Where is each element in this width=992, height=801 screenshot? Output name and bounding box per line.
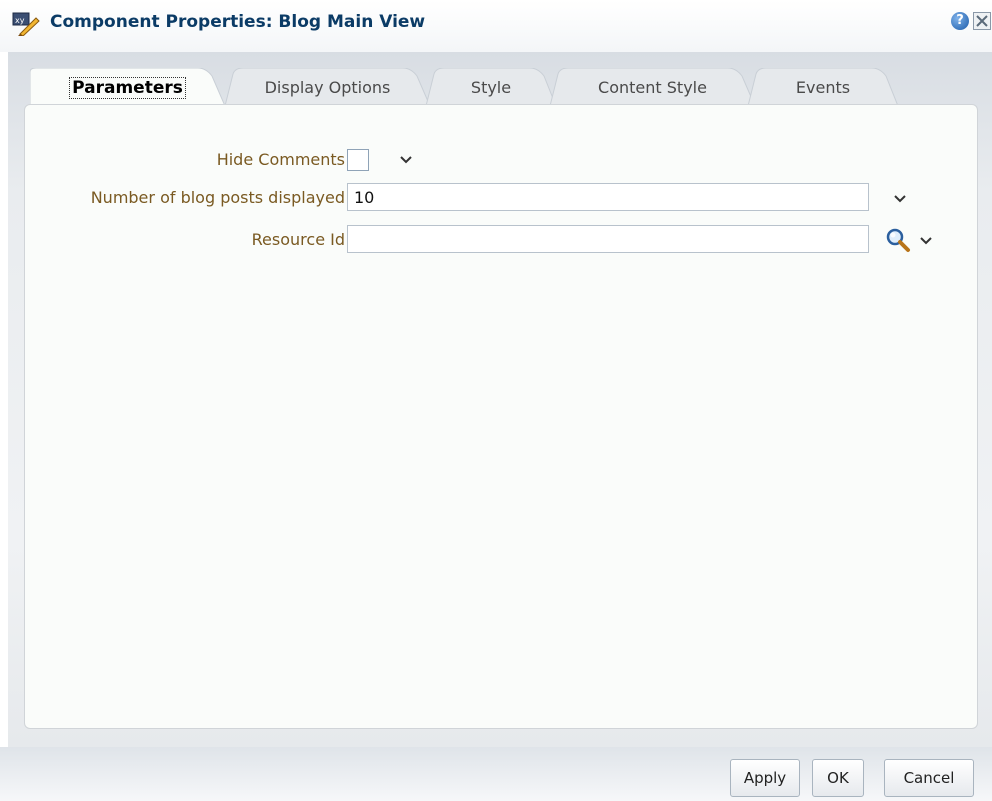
chevron-down-icon[interactable] [399,154,413,166]
resource-id-row: Resource Id [25,225,977,255]
tab-parameters[interactable]: Parameters [30,68,225,106]
posts-displayed-label: Number of blog posts displayed [90,188,345,207]
tab-label: Parameters [69,77,186,99]
dialog-title-bar: xy Component Properties: Blog Main View … [0,0,992,52]
resource-id-label: Resource Id [251,230,345,249]
tab-label: Content Style [598,78,707,97]
cancel-button[interactable]: Cancel [884,759,974,797]
hide-comments-checkbox[interactable] [347,149,369,171]
tab-events[interactable]: Events [748,68,898,106]
dialog-title: Component Properties: Blog Main View [50,12,426,32]
ok-button[interactable]: OK [812,759,864,797]
chevron-down-icon[interactable] [919,235,933,247]
component-properties-icon: xy [12,12,40,36]
parameters-panel: Hide Comments Number of blog posts displ… [24,104,978,729]
close-icon[interactable] [973,12,991,30]
posts-displayed-input[interactable] [347,183,869,211]
help-icon[interactable]: ? [951,12,969,30]
tab-label: Style [470,78,512,97]
tab-label: Events [795,78,851,97]
chevron-down-icon[interactable] [893,193,907,205]
tab-label: Display Options [264,78,391,97]
resource-id-input[interactable] [347,225,869,253]
posts-displayed-row: Number of blog posts displayed [25,183,977,213]
svg-text:xy: xy [15,16,25,25]
dialog-footer: Apply OK Cancel [0,747,992,801]
tab-content-style[interactable]: Content Style [550,68,755,106]
tab-style[interactable]: Style [426,68,556,106]
tab-display-options[interactable]: Display Options [225,68,430,106]
hide-comments-row: Hide Comments [25,145,977,175]
apply-button[interactable]: Apply [730,759,800,797]
search-icon[interactable] [885,227,911,253]
hide-comments-label: Hide Comments [216,150,345,169]
